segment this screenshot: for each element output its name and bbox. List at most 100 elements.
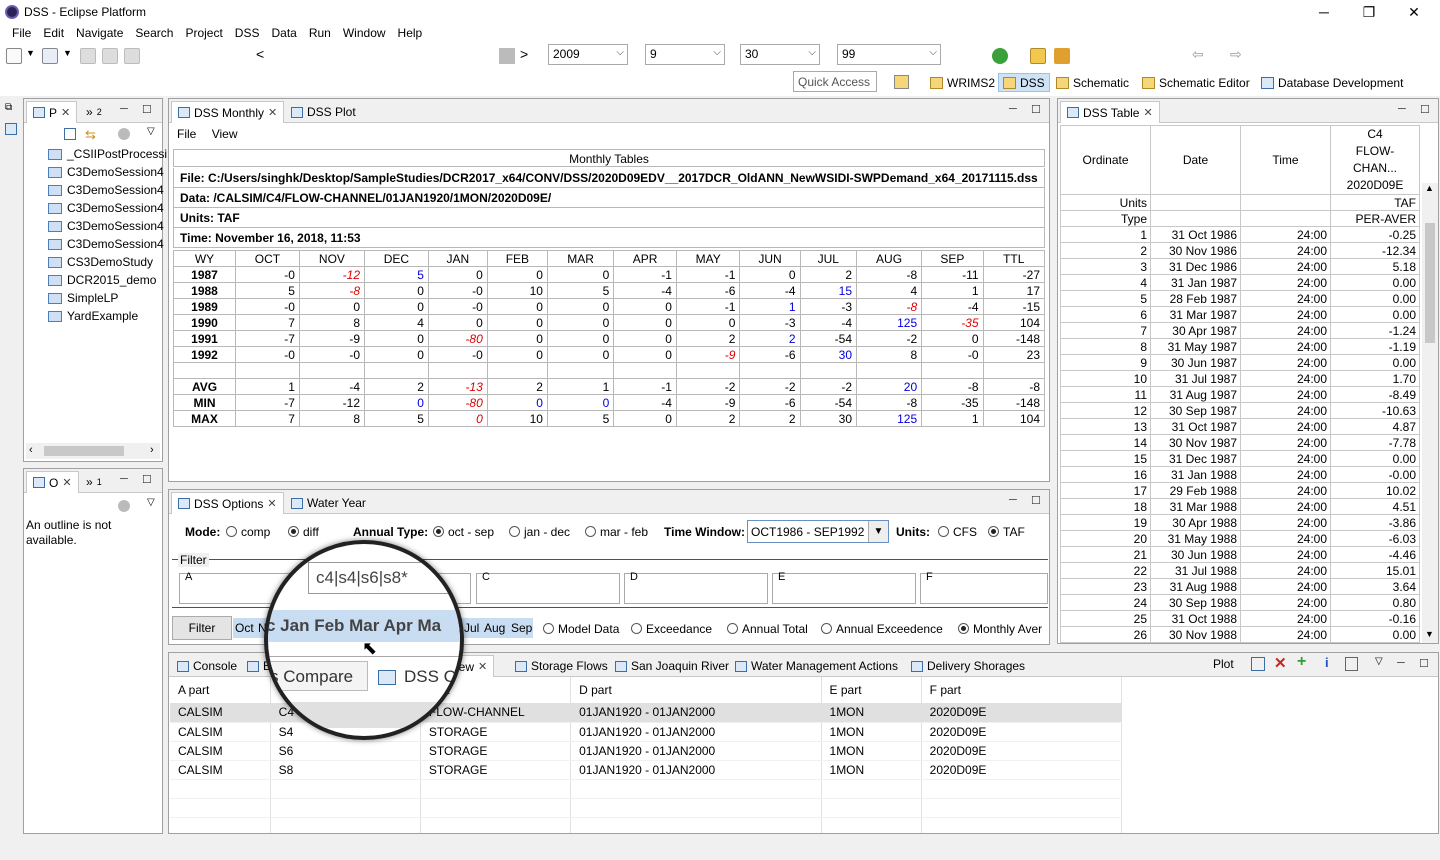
scroll-thumb[interactable] [44,446,124,456]
table-view-icon[interactable] [1345,657,1358,671]
table-row[interactable]: 21 30 Jun 1988 24:00 -4.46 [1060,546,1420,563]
menu-project[interactable]: Project [179,24,228,44]
tree-item[interactable]: _CSIIPostProcessi [48,145,167,163]
tab-water-year[interactable]: Water Year [285,492,372,514]
mode-comp-radio[interactable]: comp [226,525,270,539]
maximize-icon[interactable]: ☐ [1419,657,1429,670]
tab-outline[interactable]: O ✕ [26,471,79,493]
year-combo[interactable]: 2009 ⌵ [548,44,628,65]
units-cfs-radio[interactable]: CFS [938,525,977,539]
menu-file[interactable]: File [6,24,37,44]
table-row[interactable]: 2 30 Nov 1986 24:00 -12.34 [1060,242,1420,259]
table-row[interactable]: 9 30 Jun 1987 24:00 0.00 [1060,354,1420,371]
collapse-all-icon[interactable] [64,128,76,140]
table-row[interactable]: CALSIM S6 STORAGE 01JAN1920 - 01JAN2000 1MON… [170,741,1123,761]
quick-access-input[interactable]: Quick Access [793,71,877,92]
prev-arrow-icon[interactable]: < [256,46,264,62]
table-row[interactable]: 7 30 Apr 1987 24:00 -1.24 [1060,322,1420,339]
tree-item[interactable]: C3DemoSession4 [48,181,164,199]
scroll-left-icon[interactable]: ‹ [29,444,33,456]
table-row[interactable]: 12 30 Sep 1987 24:00 -10.63 [1060,402,1420,419]
perspective-schematic-editor[interactable]: Schematic Editor [1138,73,1254,92]
filter-field-e[interactable] [772,573,916,604]
table-row[interactable]: 13 31 Oct 1987 24:00 4.87 [1060,418,1420,435]
table-row[interactable]: CALSIM S8 STORAGE 01JAN1920 - 01JAN2000 1MON… [170,760,1123,780]
plot-label[interactable]: Plot [1213,657,1234,671]
tools-icon[interactable] [1054,48,1070,64]
scroll-up-icon[interactable]: ▲ [1425,183,1434,193]
maximize-icon[interactable]: ☐ [1031,103,1041,116]
day-combo[interactable]: 30 ⌵ [740,44,820,65]
open-folder-icon[interactable] [1030,48,1046,64]
add-icon[interactable]: + [1297,653,1306,671]
table-row[interactable]: 22 31 Jul 1988 24:00 15.01 [1060,562,1420,579]
table-row[interactable]: 10 31 Jul 1987 24:00 1.70 [1060,370,1420,387]
output-option-radio[interactable]: Annual Total [727,622,808,636]
tab-san-joaquin-river[interactable]: San Joaquin River [609,655,735,677]
wizard-dropdown-icon[interactable]: ▼ [63,48,72,58]
perspective-dss[interactable]: DSS [998,73,1050,92]
filter-field-c[interactable] [476,573,620,604]
annual-oct-radio[interactable]: oct - sep [433,525,494,539]
tree-item[interactable]: C3DemoSession4 [48,199,164,217]
output-option-radio[interactable]: Exceedance [631,622,712,636]
annual-jan-radio[interactable]: jan - dec [509,525,570,539]
filter-icon[interactable] [118,500,130,512]
print-icon[interactable] [124,48,140,64]
restore-button[interactable]: ❐ [1354,2,1384,22]
table-row[interactable]: 20 31 May 1988 24:00 -6.03 [1060,530,1420,547]
maximize-icon[interactable]: ☐ [142,473,152,486]
tree-item[interactable]: DCR2015_demo [48,271,156,289]
link-editor-icon[interactable]: ⇆ [85,127,96,143]
minimize-icon[interactable]: ─ [1009,494,1017,506]
menu-run[interactable]: Run [303,24,337,44]
scroll-thumb[interactable] [1425,223,1435,343]
tab-storage-flows[interactable]: Storage Flows [509,655,614,677]
table-row[interactable]: 1 31 Oct 1986 24:00 -0.25 [1060,226,1420,243]
column-header[interactable]: A part [170,677,271,703]
table-row[interactable]: 11 31 Aug 1987 24:00 -8.49 [1060,386,1420,403]
close-icon[interactable]: ✕ [268,106,277,119]
view-icon[interactable] [5,123,17,135]
close-button[interactable]: ✕ [1399,2,1429,22]
tree-item[interactable]: C3DemoSession4 [48,163,164,181]
next-arrow-icon[interactable]: > [520,46,528,62]
table-row[interactable]: 15 31 Dec 1987 24:00 0.00 [1060,450,1420,467]
time-window-combo[interactable]: OCT1986 - SEP1992 ▼ [747,520,889,543]
menu-data[interactable]: Data [265,24,302,44]
tab-dss-monthly[interactable]: DSS Monthly ✕ [171,101,285,123]
mode-diff-radio[interactable]: diff [288,525,319,539]
perspective-schematic[interactable]: Schematic [1052,73,1133,92]
minimize-button[interactable]: ─ [1309,2,1339,22]
tab-water-management-actions[interactable]: Water Management Actions [729,655,904,677]
tab-dss-options[interactable]: DSS Options ✕ [171,492,284,514]
tab-delivery-shorages[interactable]: Delivery Shorages [905,655,1031,677]
chevron-down-icon[interactable]: ▼ [868,521,888,542]
column-header[interactable]: F part [921,677,1123,703]
units-taf-radio[interactable]: TAF [988,525,1025,539]
month-aug[interactable]: Aug [484,621,505,635]
menu-search[interactable]: Search [129,24,179,44]
column-header[interactable]: E part [821,677,922,703]
view-menu-icon[interactable]: ▽ [147,126,155,137]
output-option-radio[interactable]: Model Data [543,622,619,636]
table-row[interactable]: 25 31 Oct 1988 24:00 -0.16 [1060,610,1420,627]
scroll-down-icon[interactable]: ▼ [1425,629,1434,639]
close-icon[interactable]: ✕ [62,476,71,489]
table-row[interactable]: 8 31 May 1987 24:00 -1.19 [1060,338,1420,355]
remove-icon[interactable]: ✕ [1274,654,1287,672]
menu-navigate[interactable]: Navigate [70,24,129,44]
perspective-database-development[interactable]: Database Development [1257,73,1407,92]
table-row[interactable]: 24 30 Sep 1988 24:00 0.80 [1060,594,1420,611]
tree-item[interactable]: SimpleLP [48,289,118,307]
menu-edit[interactable]: Edit [37,24,70,44]
monthly-view-menu[interactable]: View [212,127,238,141]
tree-item[interactable]: CS3DemoStudy [48,253,153,271]
tab-dss-plot[interactable]: DSS Plot [285,101,362,123]
month-oct[interactable]: Oct [235,621,254,635]
table-row[interactable]: 6 31 Mar 1987 24:00 0.00 [1060,306,1420,323]
perspective-wrims2[interactable]: WRIMS2 [926,73,999,92]
table-row[interactable]: 4 31 Jan 1987 24:00 0.00 [1060,274,1420,291]
output-option-radio[interactable]: Monthly Aver [958,622,1042,636]
back-icon[interactable]: ⇦ [1192,46,1204,63]
